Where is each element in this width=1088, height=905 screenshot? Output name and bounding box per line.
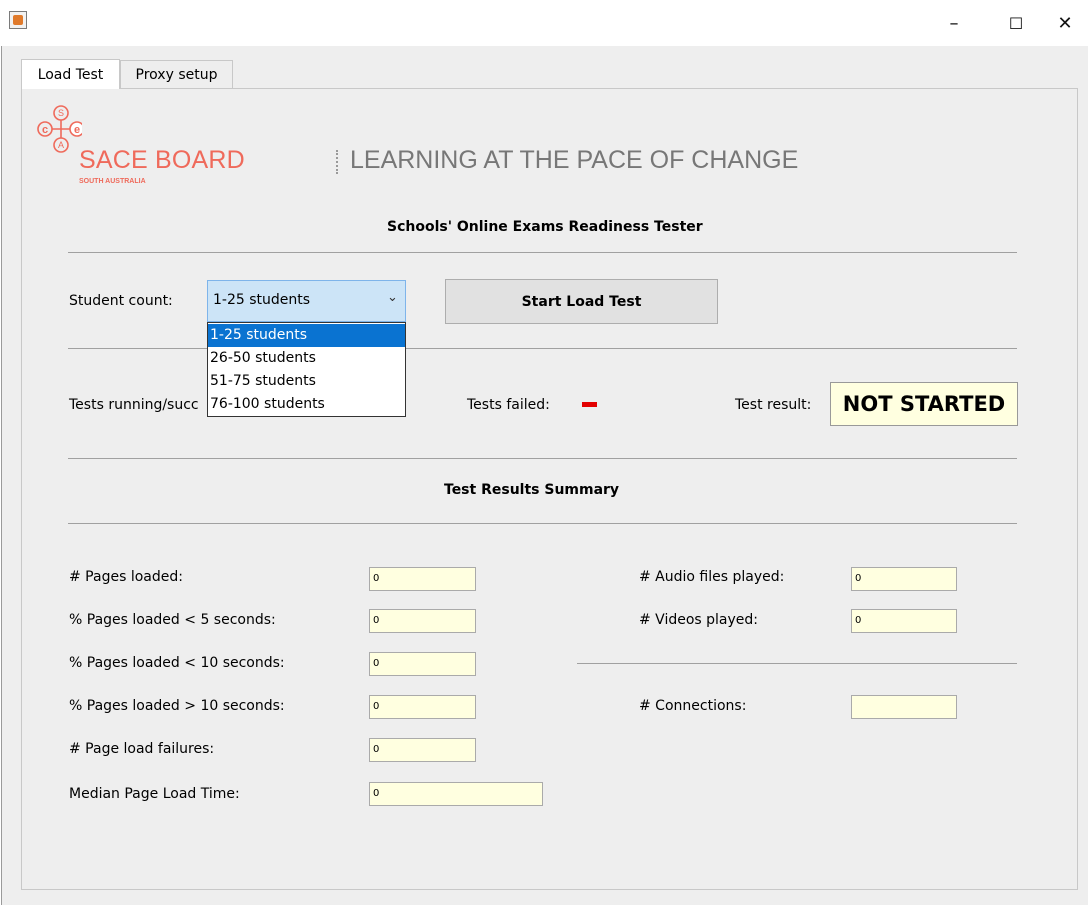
- test-result-status: NOT STARTED: [830, 382, 1018, 426]
- audio-files-played-label: # Audio files played:: [639, 569, 785, 585]
- median-load-time-field[interactable]: 0: [369, 782, 543, 806]
- brand-subtitle: SOUTH AUSTRALIA: [79, 178, 146, 185]
- chevron-down-icon[interactable]: ⌄: [387, 290, 398, 305]
- pages-loaded-label: # Pages loaded:: [69, 569, 183, 585]
- student-count-label: Student count:: [69, 293, 173, 309]
- logo-letter-s: S: [58, 108, 64, 118]
- pages-under-5s-field[interactable]: 0: [369, 609, 476, 633]
- java-app-icon: [9, 11, 27, 29]
- pages-under-10s-field[interactable]: 0: [369, 652, 476, 676]
- brand-name: SACE BOARD: [79, 146, 245, 174]
- sace-logo-icon: S c e A: [37, 105, 82, 153]
- close-button[interactable]: ✕: [1042, 0, 1088, 46]
- pages-under-5s-label: % Pages loaded < 5 seconds:: [69, 612, 276, 628]
- pages-over-10s-label: % Pages loaded > 10 seconds:: [69, 698, 285, 714]
- logo-letter-a: A: [58, 140, 64, 150]
- failed-indicator: [582, 402, 597, 407]
- audio-files-played-field[interactable]: 0: [851, 567, 957, 591]
- divider: [68, 523, 1017, 524]
- student-count-dropdown: 1-25 students 26-50 students 51-75 stude…: [207, 322, 406, 417]
- logo-letter-e: e: [74, 124, 80, 136]
- logo-letter-c: c: [42, 124, 48, 136]
- tests-failed-label: Tests failed:: [467, 397, 550, 413]
- tests-running-label: Tests running/succ: [69, 397, 199, 413]
- maximize-button[interactable]: ☐: [993, 0, 1039, 46]
- pages-under-10s-label: % Pages loaded < 10 seconds:: [69, 655, 285, 671]
- tab-load-test[interactable]: Load Test: [21, 59, 120, 89]
- divider: [68, 458, 1017, 459]
- brand-divider: [336, 150, 338, 174]
- page-load-failures-label: # Page load failures:: [69, 741, 215, 757]
- dropdown-option[interactable]: 51-75 students: [208, 370, 405, 393]
- tab-proxy-setup[interactable]: Proxy setup: [120, 60, 233, 88]
- pages-loaded-field[interactable]: 0: [369, 567, 476, 591]
- page-title: Schools' Online Exams Readiness Tester: [387, 219, 703, 235]
- page-load-failures-field[interactable]: 0: [369, 738, 476, 762]
- connections-field[interactable]: [851, 695, 957, 719]
- connections-label: # Connections:: [639, 698, 747, 714]
- median-load-time-label: Median Page Load Time:: [69, 786, 240, 802]
- divider: [68, 252, 1017, 253]
- videos-played-field[interactable]: 0: [851, 609, 957, 633]
- start-load-test-button[interactable]: Start Load Test: [445, 279, 718, 324]
- pages-over-10s-field[interactable]: 0: [369, 695, 476, 719]
- student-count-value: 1-25 students: [213, 292, 311, 308]
- dropdown-option[interactable]: 1-25 students: [208, 324, 405, 347]
- summary-heading: Test Results Summary: [444, 482, 620, 498]
- brand-tagline: LEARNING AT THE PACE OF CHANGE: [350, 146, 799, 174]
- videos-played-label: # Videos played:: [639, 612, 759, 628]
- title-bar: [0, 0, 1088, 46]
- dropdown-option[interactable]: 26-50 students: [208, 347, 405, 370]
- divider: [577, 663, 1017, 664]
- dropdown-option[interactable]: 76-100 students: [208, 393, 405, 416]
- minimize-button[interactable]: –: [931, 0, 977, 46]
- test-result-label: Test result:: [735, 397, 812, 413]
